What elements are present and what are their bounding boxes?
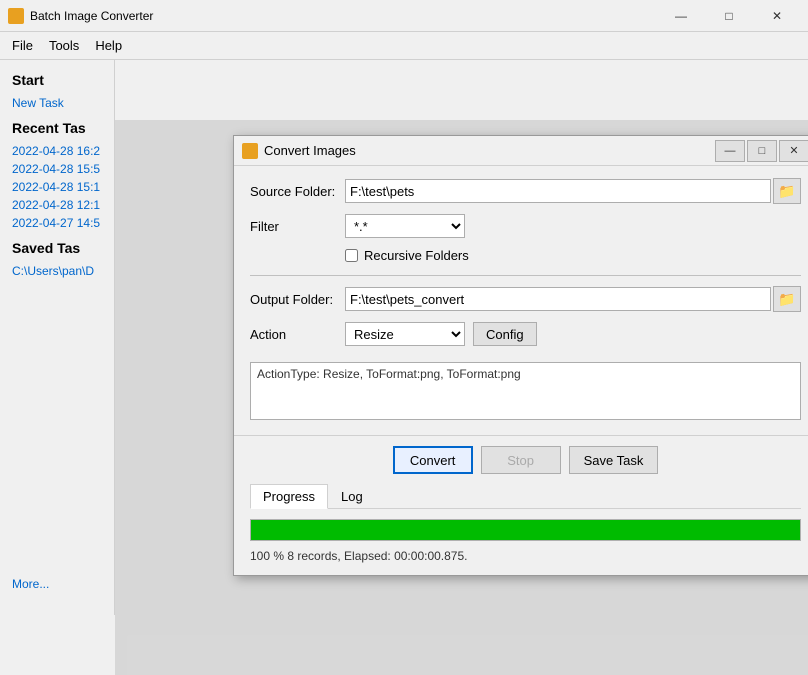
tab-log[interactable]: Log (328, 484, 376, 508)
new-task-link[interactable]: New Task (12, 96, 102, 110)
recent-item-4[interactable]: 2022-04-27 14:5 (12, 216, 102, 230)
convert-dialog: Convert Images — □ ✕ Source Folder: 📁 (233, 135, 808, 576)
dialog-titlebar: Convert Images — □ ✕ (234, 136, 808, 166)
dialog-icon (242, 143, 258, 159)
filter-row: Filter *.* *.jpg *.png *.bmp *.gif *.tif (250, 214, 801, 238)
folder-icon-2: 📁 (778, 291, 795, 308)
window-controls: — □ ✕ (658, 2, 800, 30)
menu-bar: File Tools Help (0, 32, 808, 60)
recursive-checkbox[interactable] (345, 249, 358, 262)
stop-button[interactable]: Stop (481, 446, 561, 474)
folder-icon: 📁 (778, 183, 795, 200)
filter-select[interactable]: *.* *.jpg *.png *.bmp *.gif *.tif (345, 214, 465, 238)
convert-button[interactable]: Convert (393, 446, 473, 474)
maximize-button[interactable]: □ (706, 2, 752, 30)
recent-item-3[interactable]: 2022-04-28 12:1 (12, 198, 102, 212)
app-title: Batch Image Converter (30, 9, 658, 23)
config-button[interactable]: Config (473, 322, 537, 346)
saved-item-0[interactable]: C:\Users\pan\D (12, 264, 102, 278)
save-task-button[interactable]: Save Task (569, 446, 659, 474)
more-link[interactable]: More... (12, 577, 49, 591)
action-select[interactable]: Resize Convert Crop Watermark (345, 322, 465, 346)
recent-item-1[interactable]: 2022-04-28 15:5 (12, 162, 102, 176)
menu-help[interactable]: Help (87, 34, 130, 57)
tab-progress[interactable]: Progress (250, 484, 328, 509)
saved-section-title: Saved Tas (12, 240, 102, 256)
main-content: Start New Task Recent Tas 2022-04-28 16:… (0, 60, 808, 615)
menu-file[interactable]: File (4, 34, 41, 57)
dialog-title: Convert Images (264, 143, 715, 158)
progress-text: 100 % 8 records, Elapsed: 00:00:00.875. (250, 549, 801, 563)
start-section-title: Start (12, 72, 102, 88)
output-folder-label: Output Folder: (250, 292, 345, 307)
sidebar: Start New Task Recent Tas 2022-04-28 16:… (0, 60, 115, 615)
recursive-label: Recursive Folders (364, 248, 469, 263)
progress-bar-fill (251, 520, 800, 540)
filter-label: Filter (250, 219, 345, 234)
app-icon (8, 8, 24, 24)
dialog-body: Source Folder: 📁 Filter *.* *.jpg *.png … (234, 166, 808, 435)
recent-item-2[interactable]: 2022-04-28 15:1 (12, 180, 102, 194)
output-browse-button[interactable]: 📁 (773, 286, 801, 312)
dialog-maximize-button[interactable]: □ (747, 140, 777, 162)
recent-item-0[interactable]: 2022-04-28 16:2 (12, 144, 102, 158)
source-folder-input[interactable] (345, 179, 771, 203)
dialog-minimize-button[interactable]: — (715, 140, 745, 162)
source-folder-row: Source Folder: 📁 (250, 178, 801, 204)
progress-bar-container (250, 519, 801, 541)
action-label: Action (250, 327, 345, 342)
title-bar: Batch Image Converter — □ ✕ (0, 0, 808, 32)
dialog-controls: — □ ✕ (715, 140, 808, 162)
source-folder-label: Source Folder: (250, 184, 345, 199)
dialog-close-button[interactable]: ✕ (779, 140, 808, 162)
progress-area: Progress Log 100 % 8 records, Elapsed: 0… (234, 484, 808, 575)
recursive-row: Recursive Folders (345, 248, 801, 263)
tabs-row: Progress Log (250, 484, 801, 509)
output-folder-input[interactable] (345, 287, 771, 311)
recent-section-title: Recent Tas (12, 120, 102, 136)
action-row: Action Resize Convert Crop Watermark Con… (250, 322, 801, 346)
close-button[interactable]: ✕ (754, 2, 800, 30)
right-area: Convert Images — □ ✕ Source Folder: 📁 (115, 60, 808, 615)
output-folder-row: Output Folder: 📁 (250, 286, 801, 312)
menu-tools[interactable]: Tools (41, 34, 87, 57)
dialog-footer: Convert Stop Save Task (234, 435, 808, 484)
source-browse-button[interactable]: 📁 (773, 178, 801, 204)
separator-1 (250, 275, 801, 276)
action-info-textarea[interactable]: ActionType: Resize, ToFormat:png, ToForm… (250, 362, 801, 420)
minimize-button[interactable]: — (658, 2, 704, 30)
